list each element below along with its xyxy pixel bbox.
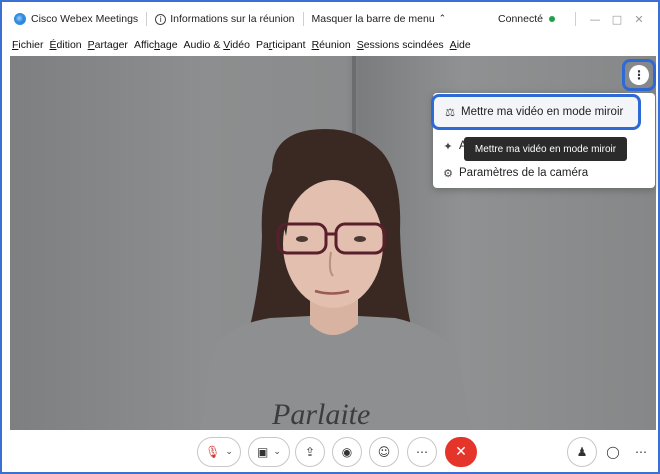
video-more-options-button[interactable]: ⋮ <box>622 59 656 91</box>
webex-logo-icon <box>14 13 26 25</box>
more-horizontal-icon: ⋯ <box>416 445 428 459</box>
app-title: Cisco Webex Meetings <box>31 13 139 25</box>
reactions-button[interactable]: ☺ <box>369 437 399 467</box>
webex-window: Cisco Webex Meetings i Informations sur … <box>0 0 660 474</box>
title-right: Connecté — □ ✕ <box>498 2 650 36</box>
record-button[interactable]: ◉ <box>332 437 362 467</box>
video-button[interactable]: ▣ ⌄ <box>248 437 290 467</box>
person-icon: ♟ <box>576 445 588 459</box>
title-separator-2 <box>302 12 304 26</box>
more-panels-button[interactable]: ⋯ <box>628 437 654 467</box>
chevron-up-icon: ⌃ <box>438 14 447 24</box>
meeting-info-label: Informations sur la réunion <box>170 13 295 25</box>
menu-audio-video[interactable]: Audio & Vidéo <box>184 39 250 51</box>
close-icon: ✕ <box>455 444 467 460</box>
chevron-down-icon: ⌄ <box>225 447 233 457</box>
participants-button[interactable]: ♟ <box>567 437 597 467</box>
menu-fichier[interactable]: Fichier <box>12 39 44 51</box>
maximize-icon[interactable]: □ <box>606 13 628 26</box>
gear-icon: ⚙ <box>443 166 453 180</box>
camera-icon: ▣ <box>257 445 269 459</box>
menu-sessions-scindees[interactable]: Sessions scindées <box>357 39 444 51</box>
meeting-controls-bar: 🎙 ⌄ ▣ ⌄ ⇪ ◉ ☺ ⋯ ✕ ♟ ◯ ⋯ <box>2 430 658 472</box>
chat-button[interactable]: ◯ <box>598 437 628 467</box>
title-separator-3 <box>575 12 576 26</box>
more-vertical-icon: ⋮ <box>629 65 649 85</box>
close-icon[interactable]: ✕ <box>628 13 650 26</box>
chevron-down-icon: ⌄ <box>273 447 281 457</box>
meeting-info-button[interactable]: i Informations sur la réunion <box>155 13 295 25</box>
hide-menu-bar-button[interactable]: Masquer la barre de menu ⌃ <box>312 13 447 25</box>
magic-wand-icon: ✦ <box>443 139 453 153</box>
mirror-tooltip: Mettre ma vidéo en mode miroir <box>464 137 627 161</box>
share-icon: ⇪ <box>304 445 316 459</box>
menu-partager[interactable]: Partager <box>88 39 128 51</box>
end-meeting-button[interactable]: ✕ <box>445 437 477 467</box>
menu-reunion[interactable]: Réunion <box>312 39 351 51</box>
share-button[interactable]: ⇪ <box>295 437 325 467</box>
menu-item-camera-settings[interactable]: ⚙ Paramètres de la caméra <box>433 160 655 186</box>
record-icon: ◉ <box>341 445 353 459</box>
title-bar: Cisco Webex Meetings i Informations sur … <box>2 2 658 36</box>
shirt-text: Parlaite <box>271 398 370 430</box>
minimize-icon[interactable]: — <box>584 13 606 26</box>
hide-menu-label: Masquer la barre de menu <box>311 13 435 25</box>
microphone-muted-icon: 🎙 <box>205 445 221 459</box>
smiley-icon: ☺ <box>377 445 391 459</box>
menu-item-mirror-video[interactable]: ⚖ Mettre ma vidéo en mode miroir <box>431 94 641 130</box>
menu-participant[interactable]: Participant <box>256 39 306 51</box>
menu-aide[interactable]: Aide <box>450 39 471 51</box>
menu-bar: Fichier Édition Partager Affichage Audio… <box>2 36 658 54</box>
mirror-icon: ⚖ <box>445 105 455 119</box>
mute-button[interactable]: 🎙 ⌄ <box>197 437 241 467</box>
status-dot-icon <box>549 16 555 22</box>
camera-settings-label: Paramètres de la caméra <box>459 167 589 179</box>
info-icon: i <box>155 13 167 25</box>
chat-bubble-icon: ◯ <box>606 445 620 459</box>
mirror-video-label: Mettre ma vidéo en mode miroir <box>461 106 624 118</box>
title-separator <box>146 12 148 26</box>
connection-status: Connecté <box>498 13 543 25</box>
menu-affichage[interactable]: Affichage <box>134 39 178 51</box>
menu-edition[interactable]: Édition <box>50 39 82 51</box>
more-horizontal-icon: ⋯ <box>635 445 647 459</box>
more-options-button[interactable]: ⋯ <box>407 437 437 467</box>
